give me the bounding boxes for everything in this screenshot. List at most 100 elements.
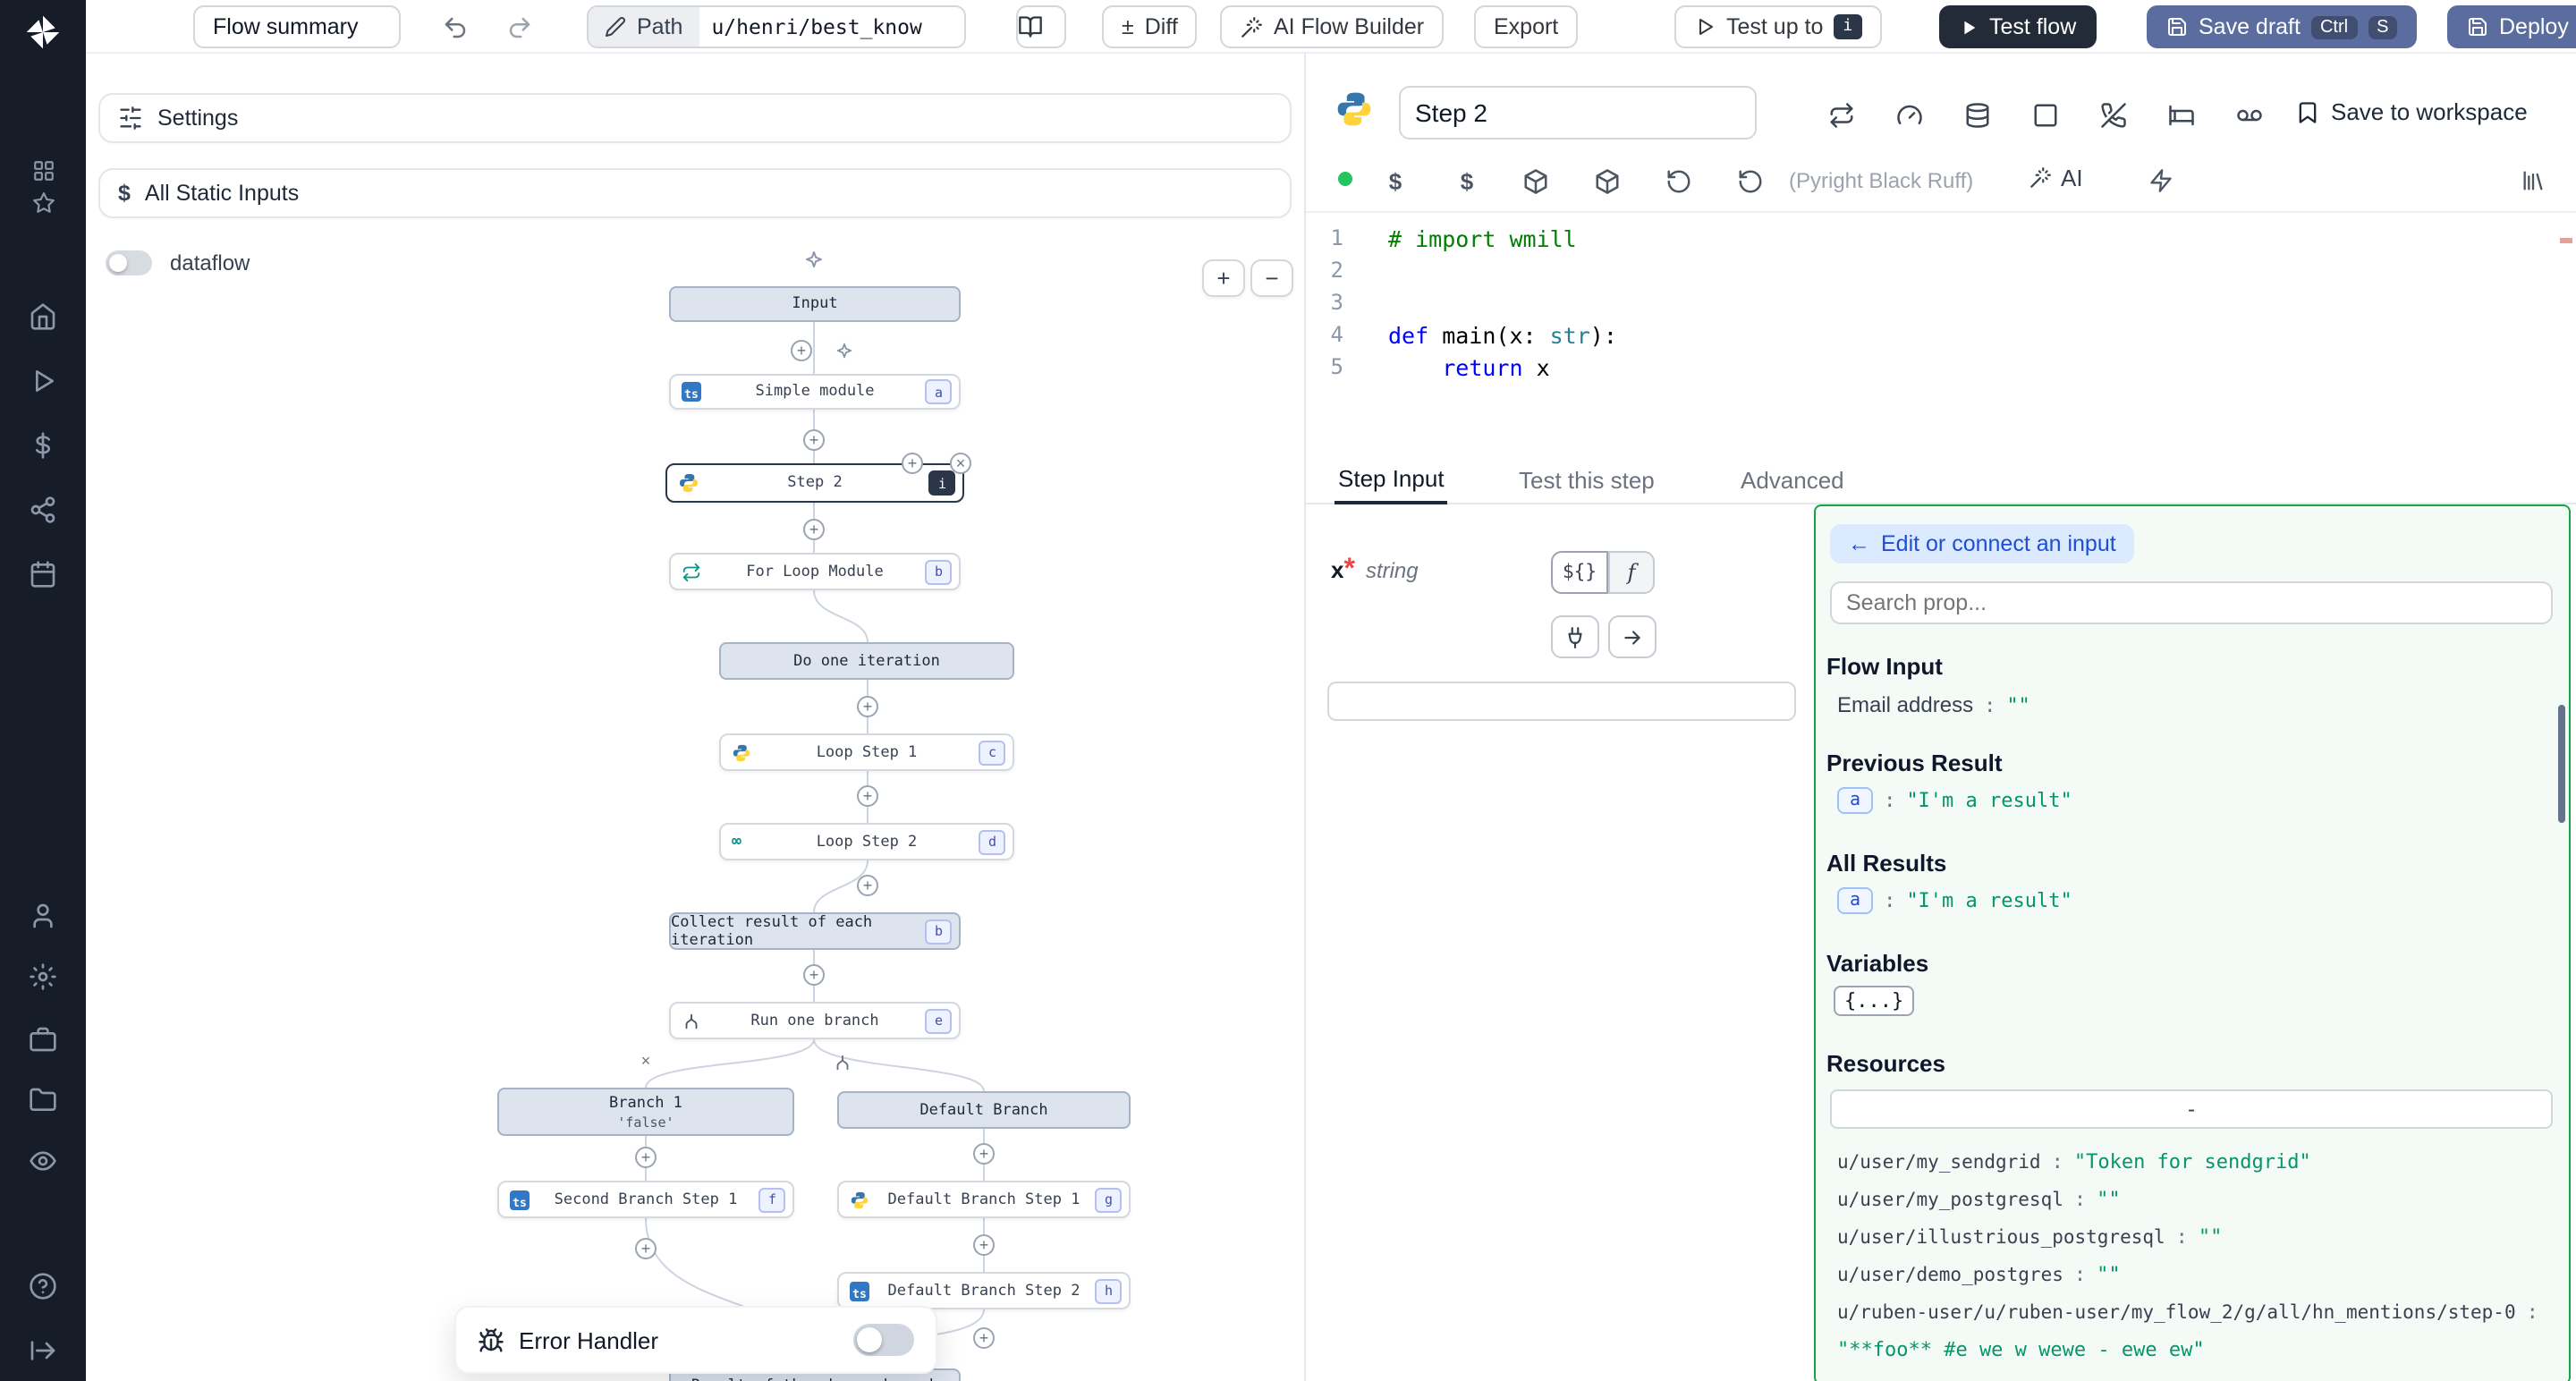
ai-assistant-button[interactable]: AI	[2029, 165, 2083, 191]
sidebar-item-schedules[interactable]	[0, 555, 86, 594]
resource-row[interactable]: u/user/demo_postgres : ""	[1837, 1263, 2121, 1286]
redo-button[interactable]	[501, 11, 537, 43]
export-button[interactable]: Export	[1474, 5, 1578, 48]
dependencies-button[interactable]	[1517, 165, 1553, 197]
suspend-button[interactable]	[2095, 98, 2131, 131]
node-default-branch[interactable]: Default Branch	[837, 1091, 1131, 1129]
reset-code-button[interactable]	[1660, 165, 1696, 197]
diff-button[interactable]: ±Diff	[1102, 5, 1198, 48]
tab-step-input[interactable]: Step Input	[1335, 456, 1448, 504]
library-panel-button[interactable]	[2515, 165, 2551, 197]
add-step-button[interactable]: +	[791, 340, 812, 361]
sidebar-item-audit-logs[interactable]	[0, 1141, 86, 1181]
resource-row[interactable]: u/user/illustrious_postgresql : ""	[1837, 1225, 2222, 1249]
node-default-branch-step-1[interactable]: Default Branch Step 1 g	[837, 1181, 1131, 1218]
sidebar-item-workers[interactable]	[0, 1020, 86, 1059]
resource-row[interactable]: u/ruben-user/u/ruben-user/my_flow_2/g/al…	[1837, 1301, 2538, 1324]
add-variable-button[interactable]: $	[1377, 165, 1413, 197]
early-stop-button[interactable]	[1891, 98, 1927, 131]
retry-settings-button[interactable]	[1823, 98, 1859, 131]
prop-row-all-results[interactable]: a : "I'm a result"	[1837, 887, 2072, 914]
sidebar-item-favorites[interactable]	[0, 182, 86, 222]
resource-row[interactable]: u/user/my_postgresql : ""	[1837, 1188, 2121, 1211]
prop-row-previous-result[interactable]: a : "I'm a result"	[1837, 787, 2072, 814]
node-run-one-branch[interactable]: Run one branch e	[669, 1002, 961, 1039]
sidebar-item-folders[interactable]	[0, 1080, 86, 1120]
zoom-in-button[interactable]: +	[1202, 259, 1245, 297]
docs-button[interactable]	[1016, 5, 1066, 48]
tab-test-this-step[interactable]: Test this step	[1515, 456, 1658, 504]
add-resource-button[interactable]: $	[1449, 165, 1485, 197]
cache-button[interactable]	[1959, 98, 1995, 131]
code-editor[interactable]: 1 2 3 4 5 # import wmill def main(x: str…	[1306, 213, 2576, 453]
deploy-button[interactable]: Deploy	[2447, 5, 2576, 48]
node-simple-module[interactable]: ts Simple module a	[669, 374, 961, 410]
ai-suggest-icon[interactable]	[835, 341, 854, 360]
prop-row-email-address[interactable]: Email address : ""	[1837, 692, 2030, 717]
node-loop-step-1[interactable]: Loop Step 1 c	[719, 733, 1014, 771]
flow-summary-button[interactable]: Flow summary	[193, 5, 401, 48]
node-do-one-iteration[interactable]: Do one iteration	[719, 642, 1014, 680]
add-step-button[interactable]: +	[857, 875, 878, 896]
save-draft-button[interactable]: Save draftCtrlS	[2147, 5, 2417, 48]
add-step-button[interactable]: +	[635, 1147, 657, 1168]
error-handler-toggle[interactable]	[853, 1324, 914, 1356]
node-second-branch-step-1[interactable]: ts Second Branch Step 1 f	[497, 1181, 794, 1218]
sidebar-item-users[interactable]	[0, 896, 86, 936]
sidebar-item-variables[interactable]	[0, 426, 86, 465]
ai-flow-builder-button[interactable]: AI Flow Builder	[1220, 5, 1444, 48]
instant-preview-button[interactable]	[2143, 165, 2179, 197]
concurrency-button[interactable]	[2231, 98, 2267, 131]
add-branch-button[interactable]	[833, 1053, 852, 1072]
add-step-button[interactable]: +	[973, 1143, 995, 1165]
sidebar-item-resources[interactable]	[0, 490, 86, 530]
template-mode-button[interactable]: ${}	[1551, 551, 1608, 594]
app-logo[interactable]	[0, 13, 86, 52]
sidebar-item-settings[interactable]	[0, 957, 86, 996]
test-flow-button[interactable]: Test flow	[1939, 5, 2096, 48]
edit-or-connect-button[interactable]: ← Edit or connect an input	[1830, 524, 2134, 563]
sidebar-item-help[interactable]	[0, 1267, 86, 1306]
add-step-button[interactable]: +	[857, 785, 878, 807]
node-collect-result[interactable]: Collect result of each iteration b	[669, 912, 961, 950]
sleep-button[interactable]	[2163, 98, 2199, 131]
tab-advanced[interactable]: Advanced	[1737, 456, 1848, 504]
reload-button[interactable]	[1732, 165, 1767, 197]
variables-chip[interactable]: {...}	[1834, 986, 1914, 1016]
add-step-button[interactable]: +	[803, 964, 825, 986]
apply-connection-button[interactable]	[1608, 615, 1657, 658]
add-step-button[interactable]: +	[973, 1234, 995, 1256]
mock-button[interactable]	[2027, 98, 2063, 131]
dataflow-toggle[interactable]	[106, 250, 152, 275]
resource-empty-row[interactable]: -	[1830, 1089, 2553, 1129]
path-input[interactable]	[699, 7, 963, 47]
undo-button[interactable]	[436, 11, 472, 43]
step-name-input[interactable]	[1399, 86, 1757, 140]
zoom-out-button[interactable]: −	[1250, 259, 1293, 297]
scrollbar-thumb[interactable]	[2558, 705, 2565, 823]
node-loop-step-2[interactable]: ∞ Loop Step 2 d	[719, 823, 1014, 860]
sidebar-item-home[interactable]	[0, 297, 86, 336]
add-step-button[interactable]: +	[973, 1327, 995, 1349]
node-input[interactable]: Input	[669, 286, 961, 322]
add-step-inline-button[interactable]: +	[902, 453, 923, 474]
add-step-button[interactable]: +	[803, 429, 825, 451]
javascript-mode-button[interactable]: f	[1608, 551, 1655, 594]
prop-search-input[interactable]	[1830, 581, 2553, 624]
resource-value-row[interactable]: "**foo** #e we w wewe - ewe ew"	[1837, 1338, 2205, 1361]
remove-branch-button[interactable]: ×	[635, 1052, 657, 1073]
sidebar-collapse-button[interactable]	[0, 1331, 86, 1370]
ai-suggest-icon[interactable]	[803, 249, 825, 270]
static-inputs-bar[interactable]: $ All Static Inputs	[98, 168, 1292, 218]
node-default-branch-step-2[interactable]: ts Default Branch Step 2 h	[837, 1272, 1131, 1309]
resource-row[interactable]: u/user/my_sendgrid : "Token for sendgrid…	[1837, 1150, 2311, 1173]
code-assistants-button[interactable]: (Pyright Black Ruff)	[1789, 168, 1973, 193]
add-step-button[interactable]: +	[803, 519, 825, 540]
test-up-to-button[interactable]: Test up toi	[1674, 5, 1881, 48]
arg-value-input[interactable]	[1327, 682, 1796, 721]
remove-step-button[interactable]: ×	[950, 453, 971, 474]
node-for-loop[interactable]: For Loop Module b	[669, 553, 961, 590]
node-branch-1[interactable]: Branch 1 'false'	[497, 1088, 794, 1136]
connect-input-button[interactable]	[1551, 615, 1599, 658]
save-to-workspace-button[interactable]: Save to workspace	[2295, 98, 2528, 125]
